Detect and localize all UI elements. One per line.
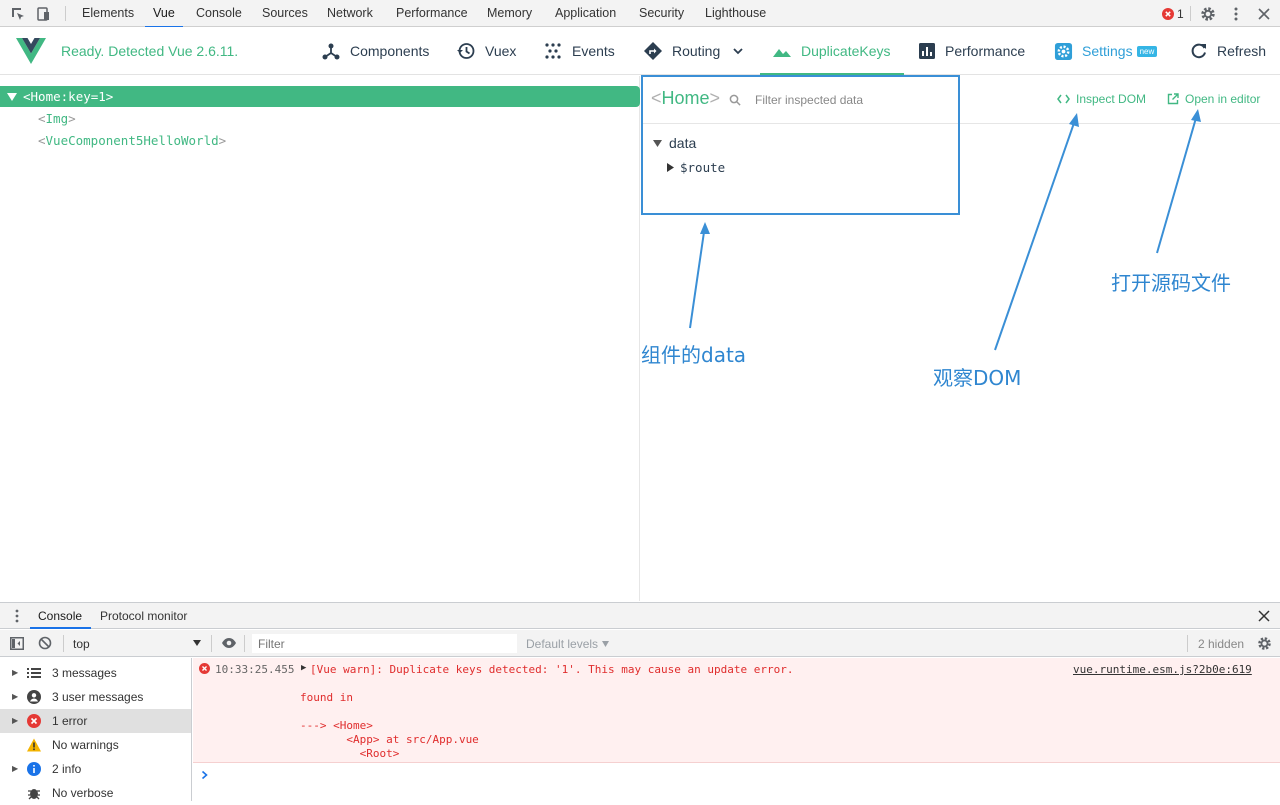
arrow-data <box>689 231 705 329</box>
message-trace-app: <App> at src/App.vue <box>300 733 479 746</box>
drawer-tab-console[interactable]: Console <box>38 609 82 623</box>
sidebar-item-label: 2 info <box>52 762 82 776</box>
log-levels-label: Default levels <box>526 636 599 651</box>
expand-caret[interactable]: ▶ <box>301 663 306 673</box>
message-found-in: found in <box>300 691 353 704</box>
dropdown-arrow-icon <box>602 640 610 647</box>
console-drawer: Console Protocol monitor top Default lev… <box>0 602 1280 801</box>
prompt-chevron-icon <box>201 770 208 780</box>
annotation-dom-label: 观察DOM <box>933 366 1022 390</box>
drawer-menu-icon[interactable] <box>11 608 23 624</box>
bug-icon <box>28 789 40 800</box>
separator <box>211 635 212 652</box>
arrow-dom <box>994 122 1075 351</box>
arrowhead <box>700 222 710 234</box>
sidebar-item-label: 1 error <box>52 714 88 728</box>
arrowhead <box>1191 109 1201 122</box>
sidebar-item-verbose[interactable]: No verbose <box>0 781 191 805</box>
hidden-count: 2 hidden <box>1198 637 1245 651</box>
console-sidebar: ▶ 3 messages ▶ 3 user messages ▶ 1 error… <box>0 658 192 801</box>
active-tab-indicator <box>30 627 91 629</box>
sidebar-item-messages[interactable]: ▶ 3 messages <box>0 661 191 685</box>
sidebar-item-label: No verbose <box>52 786 114 800</box>
arrow-editor <box>1156 117 1197 254</box>
sidebar-item-label: No warnings <box>52 738 119 752</box>
error-icon <box>27 714 41 728</box>
clear-console-icon[interactable] <box>38 636 52 650</box>
annotation-data-label: 组件的data <box>641 343 747 367</box>
log-levels-dropdown[interactable]: Default levels <box>526 630 610 657</box>
context-value: top <box>73 637 90 651</box>
console-prompt[interactable] <box>193 764 1280 801</box>
sidebar-item-user-messages[interactable]: ▶ 3 user messages <box>0 685 191 709</box>
separator <box>1187 635 1188 652</box>
context-selector[interactable]: top <box>66 632 206 655</box>
sidebar-toggle-icon[interactable] <box>10 637 24 650</box>
arrowhead <box>1069 113 1079 127</box>
console-error-message: 10:33:25.455 ▶ [Vue warn]: Duplicate key… <box>193 658 1280 763</box>
eye-icon[interactable] <box>221 637 237 649</box>
message-timestamp: 10:33:25.455 <box>215 663 295 676</box>
drawer-tab-protocol-monitor[interactable]: Protocol monitor <box>100 609 187 623</box>
sidebar-item-errors[interactable]: ▶ 1 error <box>0 709 191 733</box>
warning-icon <box>27 738 41 752</box>
sidebar-item-warnings[interactable]: No warnings <box>0 733 191 757</box>
annotation-editor-label: 打开源码文件 <box>1111 271 1231 295</box>
sidebar-item-label: 3 user messages <box>52 690 144 704</box>
user-icon <box>27 690 41 704</box>
list-icon <box>27 668 41 678</box>
message-text: [Vue warn]: Duplicate keys detected: '1'… <box>310 663 794 676</box>
sidebar-item-label: 3 messages <box>52 666 117 680</box>
close-drawer-icon[interactable] <box>1258 610 1270 622</box>
message-trace-home: ---> <Home> <box>300 719 373 732</box>
console-filter-input[interactable] <box>252 634 517 653</box>
sidebar-item-info[interactable]: ▶ 2 info <box>0 757 191 781</box>
separator <box>244 635 245 652</box>
console-toolbar: top Default levels 2 hidden <box>0 630 1280 657</box>
info-icon <box>27 762 41 776</box>
message-trace-root: <Root> <box>300 747 400 760</box>
message-source-link[interactable]: vue.runtime.esm.js?2b0e:619 <box>1073 663 1252 676</box>
drawer-tab-strip: Console Protocol monitor <box>0 603 1280 629</box>
error-icon <box>199 663 210 674</box>
dropdown-arrow-icon <box>193 640 201 646</box>
console-settings-icon[interactable] <box>1257 636 1272 651</box>
separator <box>63 635 64 652</box>
